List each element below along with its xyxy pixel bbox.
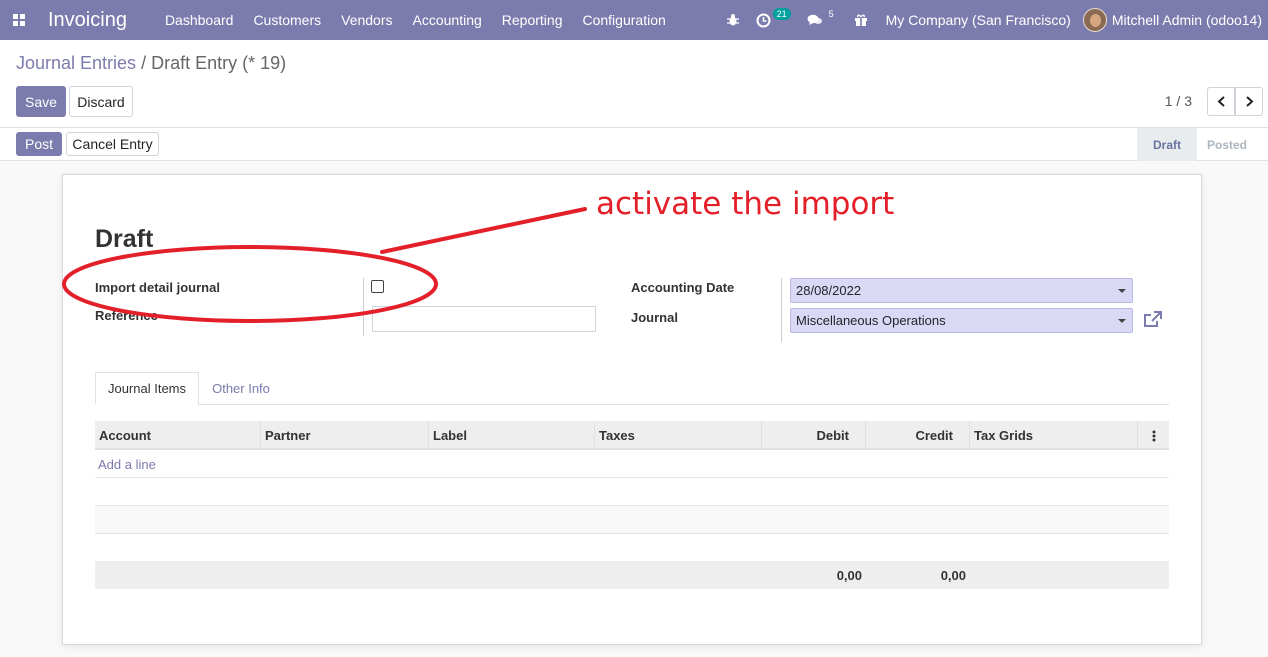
accounting-date-label: Accounting Date bbox=[631, 280, 735, 295]
breadcrumb-journal-entries[interactable]: Journal Entries bbox=[16, 53, 136, 73]
chevron-right-icon bbox=[1245, 96, 1253, 107]
column-partner[interactable]: Partner bbox=[261, 421, 429, 450]
control-panel: Journal Entries / Draft Entry (* 19) Sav… bbox=[0, 40, 1268, 128]
label-divider-right bbox=[781, 278, 782, 342]
caret-down-icon bbox=[1118, 319, 1126, 323]
import-detail-journal-label: Import detail journal bbox=[95, 280, 220, 295]
form-statusbar: Post Cancel Entry Draft Posted bbox=[0, 128, 1268, 161]
reference-label: Reference bbox=[95, 308, 158, 323]
table-row bbox=[95, 478, 1169, 506]
tab-other-info[interactable]: Other Info bbox=[199, 372, 283, 405]
top-navbar: Invoicing Dashboard Customers Vendors Ac… bbox=[0, 0, 1268, 40]
reference-input[interactable] bbox=[372, 306, 596, 332]
column-label[interactable]: Label bbox=[429, 421, 595, 450]
user-avatar[interactable] bbox=[1082, 8, 1107, 32]
total-debit: 0,00 bbox=[836, 568, 862, 583]
accounting-date-field[interactable]: 28/08/2022 bbox=[790, 278, 1133, 303]
stage-posted[interactable]: Posted bbox=[1197, 128, 1257, 161]
pager-value[interactable]: 1 / 3 bbox=[1165, 93, 1192, 109]
message-count-badge: 5 bbox=[828, 9, 834, 19]
pager-previous-button[interactable] bbox=[1207, 87, 1235, 116]
vertical-ellipsis-icon bbox=[1152, 430, 1155, 441]
menu-accounting[interactable]: Accounting bbox=[403, 0, 492, 40]
cancel-entry-button[interactable]: Cancel Entry bbox=[66, 132, 159, 156]
journal-value: Miscellaneous Operations bbox=[796, 313, 946, 328]
activity-clock-icon[interactable]: 21 bbox=[756, 8, 791, 28]
table-header: Account Partner Label Taxes Debit Credit… bbox=[95, 421, 1169, 450]
main-menu: Dashboard Customers Vendors Accounting R… bbox=[155, 0, 676, 40]
import-detail-journal-checkbox[interactable] bbox=[371, 280, 384, 293]
column-tax-grids[interactable]: Tax Grids bbox=[970, 421, 1138, 450]
menu-configuration[interactable]: Configuration bbox=[572, 0, 675, 40]
breadcrumb: Journal Entries / Draft Entry (* 19) bbox=[16, 53, 286, 74]
optional-columns-toggle[interactable] bbox=[1138, 421, 1169, 450]
tab-journal-items[interactable]: Journal Items bbox=[95, 372, 199, 405]
menu-vendors[interactable]: Vendors bbox=[331, 0, 402, 40]
breadcrumb-current: Draft Entry (* 19) bbox=[151, 53, 287, 73]
activity-count-badge: 21 bbox=[772, 8, 791, 20]
label-divider bbox=[363, 278, 364, 336]
total-credit: 0,00 bbox=[940, 568, 966, 583]
column-taxes[interactable]: Taxes bbox=[595, 421, 762, 450]
company-switcher[interactable]: My Company (San Francisco) bbox=[886, 12, 1071, 28]
user-menu[interactable]: Mitchell Admin (odoo14) bbox=[1112, 12, 1262, 28]
table-row bbox=[95, 506, 1169, 534]
column-account[interactable]: Account bbox=[95, 421, 261, 450]
journal-label: Journal bbox=[631, 310, 678, 325]
post-button[interactable]: Post bbox=[16, 132, 62, 156]
app-name[interactable]: Invoicing bbox=[48, 9, 127, 32]
gift-icon[interactable] bbox=[854, 13, 868, 27]
add-a-line-link[interactable]: Add a line bbox=[98, 457, 156, 472]
table-row bbox=[95, 534, 1169, 562]
annotation-text: activate the import bbox=[596, 186, 895, 222]
table-footer: 0,00 0,00 bbox=[95, 561, 1169, 589]
pager-next-button[interactable] bbox=[1235, 87, 1263, 116]
debug-bug-icon[interactable] bbox=[726, 13, 740, 27]
save-button[interactable]: Save bbox=[16, 86, 66, 117]
menu-reporting[interactable]: Reporting bbox=[492, 0, 573, 40]
notebook-tabs: Journal Items Other Info bbox=[95, 372, 1169, 405]
chevron-left-icon bbox=[1217, 96, 1225, 107]
messages-icon[interactable]: 5 bbox=[807, 9, 838, 27]
caret-down-icon bbox=[1118, 289, 1126, 293]
column-credit[interactable]: Credit bbox=[866, 421, 970, 450]
column-debit[interactable]: Debit bbox=[762, 421, 866, 450]
journal-field[interactable]: Miscellaneous Operations bbox=[790, 308, 1133, 333]
form-title: Draft bbox=[95, 225, 154, 253]
discard-button[interactable]: Discard bbox=[69, 86, 133, 117]
table-row: Add a line bbox=[95, 450, 1169, 478]
breadcrumb-separator: / bbox=[141, 53, 147, 73]
journal-items-table: Account Partner Label Taxes Debit Credit… bbox=[95, 421, 1169, 589]
accounting-date-value: 28/08/2022 bbox=[796, 283, 862, 298]
menu-customers[interactable]: Customers bbox=[243, 0, 331, 40]
apps-menu-icon[interactable] bbox=[2, 3, 36, 37]
stage-arrow bbox=[1187, 128, 1197, 161]
menu-dashboard[interactable]: Dashboard bbox=[155, 0, 244, 40]
external-link-icon[interactable] bbox=[1143, 311, 1163, 329]
